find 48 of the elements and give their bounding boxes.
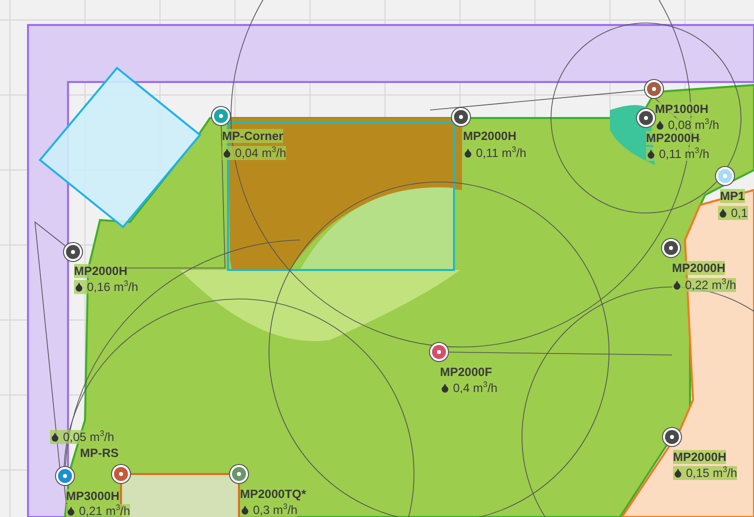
nozzle-model: MP1 [720,189,745,203]
nozzle-model: MP2000H [672,261,726,275]
sprinkler-marker[interactable] [637,109,655,127]
water-drop-icon [646,149,656,159]
flow-rate: 0,4 m$^{3}$/h [453,381,498,395]
flow-rate: 0,22 m$^{3}$/h [685,278,736,292]
water-drop-icon [74,282,84,292]
nozzle-model: MP2000TQ* [240,487,306,501]
nozzle-model: MP-RS [80,446,119,460]
sprinkler-marker[interactable] [663,428,681,446]
water-drop-icon [240,505,250,515]
sprinkler-marker[interactable] [645,80,663,98]
sprinkler-marker[interactable] [112,465,130,483]
flow-rate: 0,05 m$^{3}$/h [63,430,114,444]
sprinkler-marker[interactable] [212,107,230,125]
sprinkler-marker[interactable] [430,343,448,361]
nozzle-model: MP3000H [66,489,120,503]
flow-rate: 0,11 m$^{3}$/h [659,147,710,161]
flow-rate: 0,3 m$^{3}$/h [253,503,298,517]
flow-rate: 0,21 m$^{3}$/h [79,504,130,517]
nozzle-model: MP-Corner [222,129,284,143]
water-drop-icon [66,506,76,516]
sprinkler-marker[interactable] [230,465,248,483]
water-drop-icon [672,280,682,290]
water-drop-icon [222,148,232,158]
nozzle-model: MP2000H [646,131,700,145]
water-drop-icon [673,468,683,478]
sprinkler-marker[interactable] [716,167,734,185]
flow-rate: 0,16 m$^{3}$/h [87,280,138,294]
nozzle-model: MP2000H [463,129,516,143]
flow-rate: 0,15 m$^{3}$/h [686,466,738,480]
nozzle-model: MP1000H [655,102,708,116]
flow-rate: 0,1 [731,206,748,220]
water-drop-icon [440,383,450,393]
water-drop-icon [50,432,60,442]
nozzle-model: MP2000F [440,365,492,379]
sprinkler-marker[interactable] [452,108,470,126]
sprinkler-marker[interactable] [662,239,680,257]
water-drop-icon [655,120,665,130]
flow-rate: 0,08 m$^{3}$/h [668,118,720,132]
sprinkler-marker[interactable] [56,467,74,485]
water-drop-icon [718,208,728,218]
flow-rate: 0,11 m$^{3}$/h [476,146,526,160]
water-drop-icon [463,148,473,158]
sprinkler-marker[interactable] [64,243,82,261]
nozzle-model: MP2000H [74,264,128,278]
flow-rate: 0,04 m$^{3}$/h [235,146,286,160]
nozzle-model: MP2000H [673,450,726,464]
